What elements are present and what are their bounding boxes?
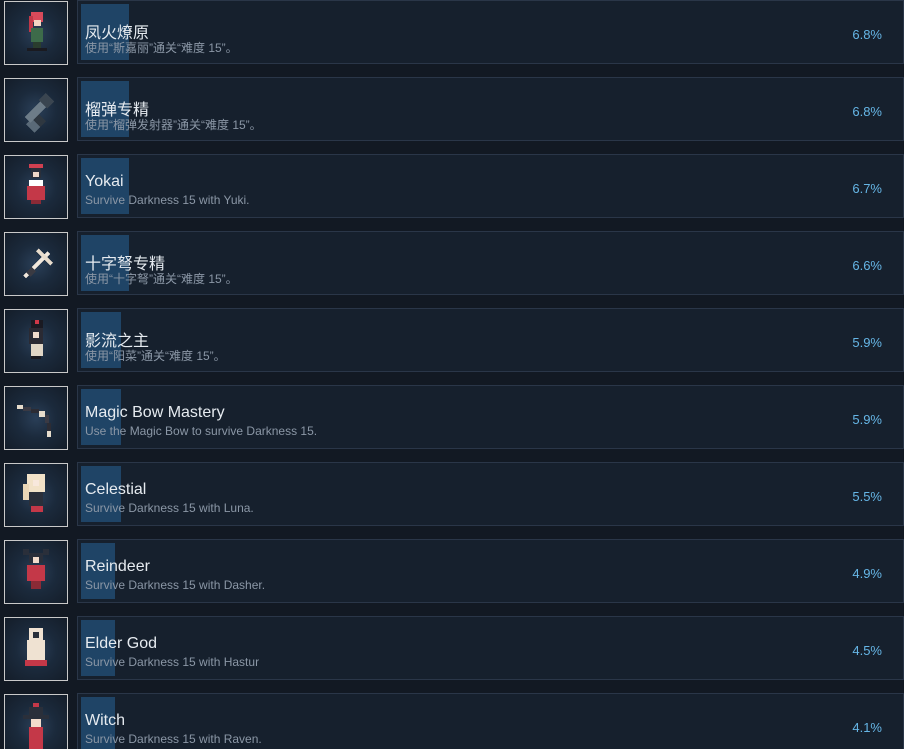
achievement-description: Survive Darkness 15 with Luna. [85, 501, 254, 515]
achievement-title: Magic Bow Mastery [85, 404, 225, 421]
achievement-panel: Celestial Survive Darkness 15 with Luna.… [77, 462, 904, 526]
elder-god-icon [4, 617, 68, 681]
achievement-description: Survive Darkness 15 with Raven. [85, 732, 262, 746]
achievement-title: Reindeer [85, 558, 150, 575]
achievement-row[interactable]: Reindeer Survive Darkness 15 with Dasher… [0, 539, 904, 616]
crossbow-icon [4, 232, 68, 296]
reindeer-girl-icon [4, 540, 68, 604]
achievement-row[interactable]: Yokai Survive Darkness 15 with Yuki. 6.7… [0, 154, 904, 231]
achievement-description: Survive Darkness 15 with Yuki. [85, 193, 250, 207]
achievement-description: 使用“斯嘉丽”通关“难度 15”。 [85, 41, 238, 55]
magic-bow-icon [4, 386, 68, 450]
achievement-panel: Magic Bow Mastery Use the Magic Bow to s… [77, 385, 904, 449]
achievement-title: Witch [85, 712, 125, 729]
achievement-panel: Elder God Survive Darkness 15 with Hastu… [77, 616, 904, 680]
achievement-row[interactable]: Celestial Survive Darkness 15 with Luna.… [0, 462, 904, 539]
unlock-percentage: 6.8% [852, 104, 882, 119]
unlock-percentage: 6.8% [852, 27, 882, 42]
achievement-panel: Reindeer Survive Darkness 15 with Dasher… [77, 539, 904, 603]
red-haired-girl-icon [4, 1, 68, 65]
achievement-description: Use the Magic Bow to survive Darkness 15… [85, 424, 318, 438]
achievement-panel: Witch Survive Darkness 15 with Raven. 4.… [77, 693, 904, 749]
achievement-description: 使用“十字弩”通关“难度 15”。 [85, 272, 238, 286]
yokai-girl-icon [4, 155, 68, 219]
grenade-launcher-icon [4, 78, 68, 142]
achievement-title: Elder God [85, 635, 158, 652]
achievement-panel: Yokai Survive Darkness 15 with Yuki. 6.7… [77, 154, 904, 218]
achievement-panel: 十字弩专精 使用“十字弩”通关“难度 15”。 6.6% [77, 231, 904, 295]
achievement-description: Survive Darkness 15 with Dasher. [85, 578, 266, 592]
unlock-percentage: 6.6% [852, 258, 882, 273]
achievement-description: 使用“榴弹发射器”通关“难度 15”。 [85, 118, 262, 132]
unlock-percentage: 4.5% [852, 643, 882, 658]
unlock-percentage: 4.1% [852, 720, 882, 735]
witch-icon [4, 694, 68, 749]
achievement-row[interactable]: 凤火燎原 使用“斯嘉丽”通关“难度 15”。 6.8% [0, 0, 904, 77]
achievement-row[interactable]: Elder God Survive Darkness 15 with Hastu… [0, 616, 904, 693]
achievement-row[interactable]: 十字弩专精 使用“十字弩”通关“难度 15”。 6.6% [0, 231, 904, 308]
achievement-title: Celestial [85, 481, 147, 498]
celestial-girl-icon [4, 463, 68, 527]
achievement-row[interactable]: Magic Bow Mastery Use the Magic Bow to s… [0, 385, 904, 462]
achievement-description: 使用“阳菜”通关“难度 15”。 [85, 349, 226, 363]
achievement-row[interactable]: Witch Survive Darkness 15 with Raven. 4.… [0, 693, 904, 749]
unlock-percentage: 5.5% [852, 489, 882, 504]
achievement-row[interactable]: 榴弹专精 使用“榴弹发射器”通关“难度 15”。 6.8% [0, 77, 904, 154]
achievement-panel: 影流之主 使用“阳菜”通关“难度 15”。 5.9% [77, 308, 904, 372]
shadow-girl-icon [4, 309, 68, 373]
achievement-list: 凤火燎原 使用“斯嘉丽”通关“难度 15”。 6.8% 榴弹专精 使用“榴弹发射… [0, 0, 904, 749]
unlock-percentage: 5.9% [852, 335, 882, 350]
achievement-panel: 凤火燎原 使用“斯嘉丽”通关“难度 15”。 6.8% [77, 0, 904, 64]
achievement-row[interactable]: 影流之主 使用“阳菜”通关“难度 15”。 5.9% [0, 308, 904, 385]
unlock-percentage: 4.9% [852, 566, 882, 581]
unlock-percentage: 6.7% [852, 181, 882, 196]
achievement-title: Yokai [85, 173, 124, 190]
achievement-description: Survive Darkness 15 with Hastur [85, 655, 260, 669]
unlock-percentage: 5.9% [852, 412, 882, 427]
achievement-panel: 榴弹专精 使用“榴弹发射器”通关“难度 15”。 6.8% [77, 77, 904, 141]
